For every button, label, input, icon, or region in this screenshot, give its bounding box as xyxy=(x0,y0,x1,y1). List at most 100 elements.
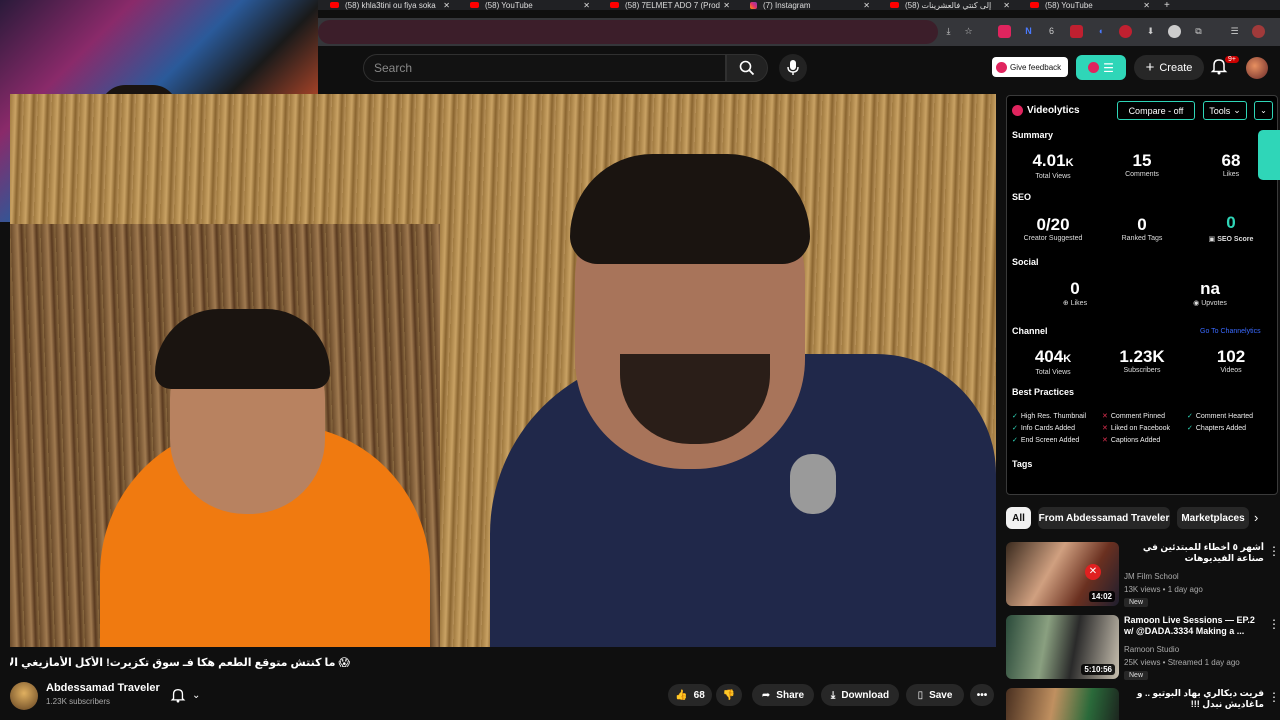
chevron-down-icon: ⌄ xyxy=(192,689,201,701)
metric-social-likes: 0 ⊕ Likes xyxy=(1062,279,1088,308)
plus-icon: + xyxy=(1145,59,1155,76)
extension-count[interactable]: 6 xyxy=(1045,25,1058,38)
channelytics-link[interactable]: Go To Channelytics xyxy=(1200,328,1261,335)
recommended-channel[interactable]: JM Film School xyxy=(1124,572,1179,581)
panel-brand: Videolytics xyxy=(1027,104,1080,116)
channel-avatar[interactable] xyxy=(10,682,38,710)
close-icon[interactable]: ✕ xyxy=(863,1,870,10)
compare-toggle[interactable]: Compare - off xyxy=(1117,101,1195,120)
best-practices-heading: Best Practices xyxy=(1012,387,1075,397)
address-bar[interactable] xyxy=(318,20,938,44)
cross-icon: ✕ xyxy=(1102,425,1108,432)
video-thumbnail[interactable] xyxy=(1006,688,1119,720)
download-button[interactable]: ⤓ Download xyxy=(821,684,899,706)
share-button[interactable]: ➦ Share xyxy=(752,684,814,706)
recommended-channel[interactable]: Ramoon Studio xyxy=(1124,645,1179,654)
video-player[interactable] xyxy=(10,94,996,647)
video-thumbnail[interactable]: ✕ 14:02 xyxy=(1006,542,1119,606)
recommended-video[interactable]: ✕ 14:02 أشهر ٥ أخطاء للمبتدئين في صناعة … xyxy=(1006,542,1280,610)
tools-label: Tools xyxy=(1209,105,1231,116)
videolytics-extension-icon[interactable] xyxy=(998,25,1011,38)
more-vert-icon[interactable]: ⋮ xyxy=(1268,544,1280,558)
like-icon: ⊕ xyxy=(1062,300,1071,307)
best-practice-item: ✓ High Res. Thumbnail xyxy=(1012,413,1087,420)
youtube-icon xyxy=(330,2,339,8)
extension-icon[interactable] xyxy=(1119,25,1132,38)
video-thumbnail[interactable]: 5:10:56 xyxy=(1006,615,1119,679)
browser-tab[interactable]: (58) إلى كنتي فالعشرينات ✕ xyxy=(878,0,1018,10)
subscription-bell-button[interactable]: ⌄ xyxy=(170,684,218,706)
menu-icon[interactable]: ☰ xyxy=(1228,25,1241,38)
create-button[interactable]: + Create xyxy=(1134,55,1204,80)
recommended-video[interactable]: 5:10:56 Ramoon Live Sessions — EP.2 w/ @… xyxy=(1006,615,1280,683)
close-icon[interactable]: ✕ xyxy=(443,1,450,10)
videolytics-side-tab[interactable] xyxy=(1258,130,1280,180)
cross-icon: ✕ xyxy=(1102,413,1108,420)
collapse-button[interactable]: ⌄ xyxy=(1254,101,1273,120)
share-icon: ➦ xyxy=(761,689,771,701)
best-practice-item: ✓ Comment Hearted xyxy=(1187,413,1254,420)
search-icon xyxy=(739,60,755,76)
give-feedback-button[interactable]: Give feedback xyxy=(992,57,1068,77)
browser-tab[interactable]: (58) khla3tini ou fiya soka ✕ xyxy=(318,0,458,10)
star-icon[interactable]: ☆ xyxy=(962,25,975,38)
search-button[interactable] xyxy=(726,54,768,82)
youtube-icon xyxy=(890,2,899,8)
more-vert-icon[interactable]: ⋮ xyxy=(1268,690,1280,704)
tools-dropdown[interactable]: Tools ⌄ xyxy=(1203,101,1247,120)
extension-icon[interactable] xyxy=(1070,25,1083,38)
search-input[interactable]: Search xyxy=(363,54,726,82)
arrow-extension-icon[interactable]: ⬇ xyxy=(1144,25,1157,38)
reddit-icon: ◉ xyxy=(1193,300,1202,307)
hamburger-icon: ☰ xyxy=(1103,60,1114,75)
close-icon[interactable]: ✕ xyxy=(1003,1,1010,10)
save-button[interactable]: ▯ Save xyxy=(906,684,964,706)
puzzle-icon[interactable]: ⧉ xyxy=(1192,25,1205,38)
videolytics-toggle-button[interactable]: ☰ xyxy=(1076,55,1126,80)
thumbs-up-icon: 👍 xyxy=(675,689,688,701)
close-icon[interactable]: ✕ xyxy=(1143,1,1150,10)
profile-icon[interactable] xyxy=(1252,25,1265,38)
audio-extension-icon[interactable]: ◖ xyxy=(1094,25,1107,38)
install-app-icon[interactable]: ⤓ xyxy=(942,25,955,38)
recommended-title[interactable]: Ramoon Live Sessions — EP.2 w/ @DADA.333… xyxy=(1124,615,1264,637)
chevron-right-icon[interactable]: › xyxy=(1254,510,1258,525)
youtube-icon xyxy=(1030,2,1039,8)
metric-upvotes: na ◉ Upvotes xyxy=(1193,279,1227,308)
metric-comments: 15 Comments xyxy=(1125,151,1159,179)
close-icon[interactable]: ✕ xyxy=(583,1,590,10)
more-actions-button[interactable]: ••• xyxy=(970,684,994,706)
extension-icon[interactable] xyxy=(1168,25,1181,38)
browser-tab[interactable]: (58) 7ELMET ADO 7 (Prod ✕ xyxy=(598,0,738,10)
more-icon: ••• xyxy=(976,689,988,701)
recommended-meta: 25K views • Streamed 1 day ago xyxy=(1124,658,1240,667)
close-icon[interactable]: ✕ xyxy=(723,1,730,10)
chip-from-channel[interactable]: From Abdessamad Traveler xyxy=(1038,507,1170,529)
create-label: Create xyxy=(1159,61,1193,74)
recommended-video[interactable]: فريت ديكالري بهاد البوتيو .. و ماغاديش ن… xyxy=(1006,688,1280,720)
social-heading: Social xyxy=(1012,257,1039,267)
chip-all[interactable]: All xyxy=(1006,507,1031,529)
account-avatar[interactable] xyxy=(1246,57,1268,79)
browser-tab-active[interactable]: (58) YouTube ✕ xyxy=(1018,0,1158,10)
instagram-icon xyxy=(750,1,757,9)
recommended-title[interactable]: فريت ديكالري بهاد البوتيو .. و ماغاديش ن… xyxy=(1124,688,1264,710)
channel-name[interactable]: Abdessamad Traveler xyxy=(46,682,160,694)
voice-search-button[interactable] xyxy=(779,54,807,82)
chip-marketplaces[interactable]: Marketplaces xyxy=(1177,507,1249,529)
metric-ranked-tags: 0 Ranked Tags xyxy=(1121,215,1163,243)
n-extension-icon[interactable]: N xyxy=(1022,25,1035,38)
new-tab-button[interactable]: + xyxy=(1164,0,1170,11)
check-icon: ✓ xyxy=(1187,413,1193,420)
bookmark-icon: ▯ xyxy=(917,689,924,701)
like-button[interactable]: 👍 68 xyxy=(668,684,712,706)
dislike-button[interactable]: 👎 xyxy=(716,684,742,706)
share-label: Share xyxy=(776,689,805,701)
tab-label: (58) YouTube xyxy=(485,0,533,10)
more-vert-icon[interactable]: ⋮ xyxy=(1268,617,1280,631)
browser-tab[interactable]: (58) YouTube ✕ xyxy=(458,0,598,10)
chevron-down-icon: ⌄ xyxy=(1260,106,1267,115)
video-title: 😱 ما كنتش متوقع الطعم هكا فـ سوق تكزيرت!… xyxy=(10,657,350,669)
browser-tab[interactable]: (7) Instagram ✕ xyxy=(738,0,878,10)
recommended-title[interactable]: أشهر ٥ أخطاء للمبتدئين في صناعة الفيديوه… xyxy=(1124,542,1264,564)
